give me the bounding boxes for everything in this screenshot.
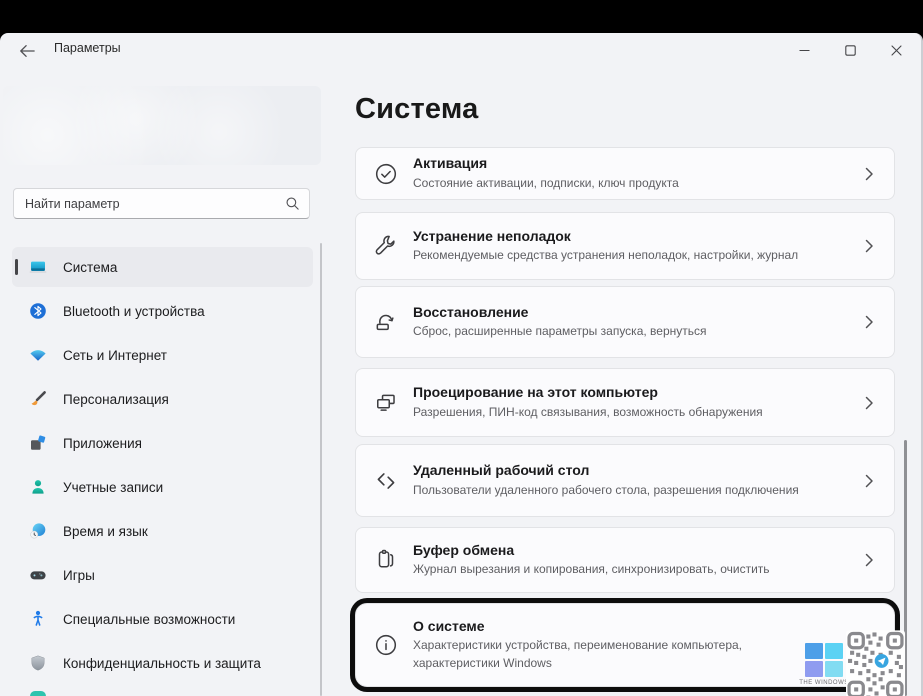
card-subtitle: Состояние активации, подписки, ключ прод…: [413, 175, 679, 190]
chevron-right-icon: [865, 167, 873, 180]
sidebar-item-gaming[interactable]: Игры: [12, 555, 313, 595]
sidebar-item-accounts[interactable]: Учетные записи: [12, 467, 313, 507]
sidebar-nav: Система Bluetooth и устройства Сеть и Ин…: [12, 247, 313, 687]
titlebar: Параметры: [0, 33, 921, 67]
card-activation[interactable]: Активация Состояние активации, подписки,…: [355, 147, 895, 200]
chevron-right-icon: [865, 315, 873, 329]
card-subtitle: Журнал вырезания и копирования, синхрони…: [413, 562, 770, 577]
sidebar-item-network-internet[interactable]: Сеть и Интернет: [12, 335, 313, 375]
accessibility-icon: [33, 610, 43, 626]
card-projection[interactable]: Проецирование на этот компьютер Разрешен…: [355, 368, 895, 437]
card-title: О системе: [413, 617, 485, 634]
card-recovery[interactable]: Восстановление Сброс, расширенные параме…: [355, 286, 895, 358]
windows-logo: [805, 643, 843, 677]
chevron-right-icon: [865, 553, 873, 567]
sidebar-item-label: Конфиденциальность и защита: [63, 655, 261, 671]
sidebar-item-accessibility[interactable]: Специальные возможности: [12, 599, 313, 639]
card-subtitle: Характеристики устройства, переименовани…: [413, 638, 743, 670]
card-subtitle: Пользователи удаленного рабочего стола, …: [413, 482, 799, 497]
windows-logo-square: [825, 661, 843, 677]
search-icon: [286, 197, 299, 210]
clipboard-icon: [378, 549, 394, 568]
app-title: Параметры: [54, 41, 121, 55]
back-arrow-icon: [20, 45, 35, 57]
maximize-icon: [844, 44, 856, 56]
apps-icon: [31, 435, 46, 450]
card-title: Удаленный рабочий стол: [413, 462, 590, 479]
window-controls: [781, 33, 919, 67]
settings-window: Параметры Система Bluetooth и устройства: [0, 33, 923, 696]
sidebar-item-bluetooth-devices[interactable]: Bluetooth и устройства: [12, 291, 313, 331]
sidebar-item-label: Специальные возможности: [63, 611, 236, 627]
card-title: Проецирование на этот компьютер: [413, 384, 658, 401]
chevron-right-icon: [865, 239, 873, 253]
maximize-button[interactable]: [827, 33, 873, 67]
sidebar-item-label: Приложения: [63, 435, 142, 451]
card-subtitle: Разрешения, ПИН-код связывания, возможно…: [413, 404, 763, 419]
back-button[interactable]: [12, 39, 42, 63]
sidebar-item-label: Персонализация: [63, 391, 169, 407]
search-box: [13, 188, 310, 219]
card-subtitle: Рекомендуемые средства устранения непола…: [413, 248, 799, 263]
sidebar-item-label: Время и язык: [63, 523, 148, 539]
about-icon: [375, 634, 397, 656]
time-language-icon: [30, 523, 46, 539]
troubleshoot-icon: [375, 235, 395, 255]
card-title: Устранение неполадок: [413, 227, 571, 244]
card-subtitle: Сброс, расширенные параметры запуска, ве…: [413, 324, 707, 339]
sidebar-item-system[interactable]: Система: [12, 247, 313, 287]
activation-icon: [375, 163, 397, 184]
sidebar-item-apps[interactable]: Приложения: [12, 423, 313, 463]
gaming-icon: [30, 571, 46, 580]
remote-desktop-icon: [377, 472, 395, 489]
watermark-brand: THE WINDOWS: [799, 680, 849, 686]
account-banner-blurred: [3, 86, 321, 165]
sidebar-item-privacy-security[interactable]: Конфиденциальность и защита: [12, 643, 313, 683]
windows-logo-square: [805, 643, 823, 659]
minimize-icon: [799, 49, 809, 51]
close-icon: [890, 44, 902, 56]
card-title: Восстановление: [413, 303, 529, 320]
personalization-icon: [31, 391, 46, 406]
sidebar-item-label: Игры: [63, 567, 95, 583]
network-icon: [30, 350, 46, 361]
sidebar-item-personalization[interactable]: Персонализация: [12, 379, 313, 419]
system-icon: [29, 261, 47, 273]
minimize-button[interactable]: [781, 33, 827, 67]
chevron-right-icon: [865, 396, 873, 409]
card-clipboard[interactable]: Буфер обмена Журнал вырезания и копирова…: [355, 527, 895, 593]
sidebar-item-label: Bluetooth и устройства: [63, 303, 205, 319]
page-title: Система: [355, 93, 479, 125]
chevron-right-icon: [865, 474, 873, 487]
sidebar-item-label: Учетные записи: [63, 479, 164, 495]
sidebar-item-label: Система: [63, 259, 118, 275]
card-title: Буфер обмена: [413, 541, 515, 558]
card-troubleshoot[interactable]: Устранение неполадок Рекомендуемые средс…: [355, 212, 895, 280]
sidebar-scrollbar[interactable]: [320, 243, 322, 696]
selection-accent-bar: [15, 259, 18, 275]
accounts-icon: [32, 480, 44, 494]
privacy-icon: [31, 655, 45, 671]
bluetooth-icon: [30, 303, 46, 319]
windows-logo-square: [805, 661, 823, 677]
sidebar-item-time-language[interactable]: Время и язык: [12, 511, 313, 551]
windows-update-icon: [30, 691, 46, 696]
search-input[interactable]: [14, 189, 309, 218]
qr-code: [846, 630, 905, 696]
recovery-icon: [376, 314, 394, 331]
sidebar-item-label: Сеть и Интернет: [63, 347, 167, 363]
card-remote-desktop[interactable]: Удаленный рабочий стол Пользователи удал…: [355, 444, 895, 517]
card-title: Активация: [413, 155, 488, 172]
windows-logo-square: [825, 643, 843, 659]
close-button[interactable]: [873, 33, 919, 67]
projection-icon: [377, 394, 395, 411]
